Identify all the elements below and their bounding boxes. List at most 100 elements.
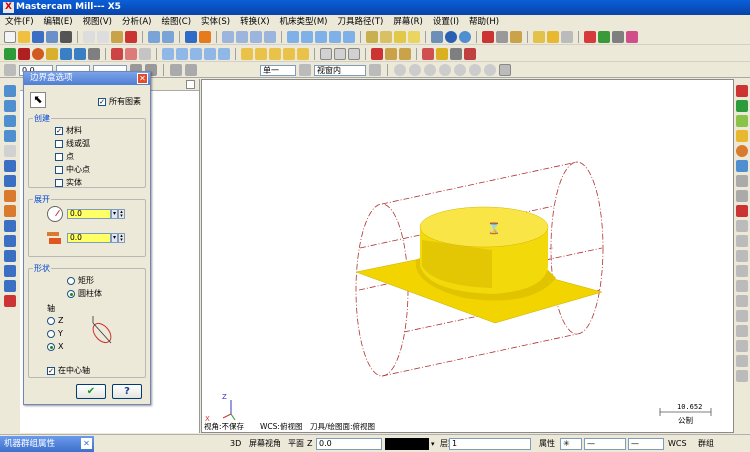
select-chain-icon[interactable]	[185, 64, 197, 76]
expand-radial-dropdown[interactable]: ▾	[111, 209, 118, 219]
level-input[interactable]: 1	[449, 438, 531, 450]
create-center-point-checkbox[interactable]: 中心点	[55, 164, 90, 175]
panel-close-icon[interactable]	[186, 80, 195, 89]
print-icon[interactable]	[60, 30, 72, 43]
left-tool-1-icon[interactable]	[4, 85, 16, 97]
right-tool-14-icon[interactable]	[736, 280, 748, 292]
view-mode-field[interactable]: 视窗内	[314, 64, 366, 76]
menu-xform[interactable]: 转换(X)	[235, 15, 274, 29]
loft-icon[interactable]	[283, 47, 295, 60]
left-tool-7-icon[interactable]	[4, 175, 16, 187]
left-tool-2-icon[interactable]	[4, 100, 16, 112]
join-icon[interactable]	[139, 47, 151, 60]
level-icon[interactable]	[561, 30, 573, 43]
attributes-button[interactable]: 属性	[539, 438, 555, 450]
create-stock-box[interactable]: ✓	[55, 126, 63, 135]
analyze-icon[interactable]	[482, 30, 494, 43]
expand-radial-spinner[interactable]: ▴ ▾	[118, 209, 125, 219]
ok-button[interactable]: ✔	[76, 384, 106, 399]
create-center-point-box[interactable]	[55, 165, 63, 174]
right-tool-7-icon[interactable]	[736, 175, 748, 187]
expand-radial-input[interactable]: 0.0	[67, 209, 111, 219]
measure-icon[interactable]	[510, 30, 522, 43]
offset-icon[interactable]	[218, 47, 230, 60]
view-dynamic-icon[interactable]	[343, 30, 355, 43]
spline-icon[interactable]	[74, 47, 86, 60]
hidden-line-icon[interactable]	[380, 30, 392, 43]
globe-icon[interactable]	[445, 30, 457, 43]
view-iso-icon[interactable]	[329, 30, 341, 43]
right-tool-15-icon[interactable]	[736, 295, 748, 307]
all-entities-checkbox[interactable]: ✓ 所有图素	[98, 96, 141, 107]
left-tool-14-icon[interactable]	[4, 280, 16, 292]
right-tool-19-icon[interactable]	[736, 355, 748, 367]
extrude-icon[interactable]	[241, 47, 253, 60]
fillet-icon[interactable]	[46, 47, 58, 60]
select-entities-button[interactable]: ⬉	[30, 92, 46, 108]
create-points-checkbox[interactable]: 点	[55, 151, 74, 162]
create-solid-checkbox[interactable]: 实体	[55, 177, 82, 188]
line-icon[interactable]	[18, 47, 30, 60]
right-tool-11-icon[interactable]	[736, 235, 748, 247]
shape-cylindrical-radio[interactable]: 圆柱体	[67, 288, 102, 299]
left-tool-12-icon[interactable]	[4, 250, 16, 262]
sphere-icon[interactable]	[459, 30, 471, 43]
right-tool-18-icon[interactable]	[736, 340, 748, 352]
select-mode-icon[interactable]	[170, 64, 182, 76]
contour-icon[interactable]	[385, 47, 397, 60]
delete-icon[interactable]	[125, 30, 137, 43]
scale-icon[interactable]	[204, 47, 216, 60]
attribute-icon[interactable]	[348, 47, 360, 60]
solid-fillet-icon[interactable]	[297, 47, 309, 60]
mirror-icon[interactable]	[190, 47, 202, 60]
end-selection-icon[interactable]	[499, 64, 511, 76]
help-button[interactable]: ?	[112, 384, 142, 399]
revolve-icon[interactable]	[255, 47, 267, 60]
mask-line-icon[interactable]	[409, 64, 421, 76]
gear-icon[interactable]	[464, 47, 476, 60]
chamfer-icon[interactable]	[88, 47, 100, 60]
expand-axial-input[interactable]: 0.0	[67, 233, 111, 243]
z-depth-input[interactable]: 0.0	[316, 438, 382, 450]
save-as-icon[interactable]	[46, 30, 58, 43]
menu-view[interactable]: 视图(V)	[78, 15, 117, 29]
menu-solids[interactable]: 实体(S)	[196, 15, 235, 29]
point-icon[interactable]	[4, 47, 16, 60]
all-entities-box[interactable]: ✓	[98, 97, 106, 106]
shape-rectangular-radio[interactable]: 矩形	[67, 275, 94, 286]
wireframe-icon[interactable]	[366, 30, 378, 43]
wcs-button[interactable]: WCS	[668, 438, 687, 450]
screen-view-button[interactable]: 屏幕视角	[249, 438, 281, 450]
left-tool-5-icon[interactable]	[4, 145, 16, 157]
grid-icon[interactable]	[496, 30, 508, 43]
left-tool-4-icon[interactable]	[4, 130, 16, 142]
right-tool-1-icon[interactable]	[736, 85, 748, 97]
left-tool-6-icon[interactable]	[4, 160, 16, 172]
axis-y-radio[interactable]: Y	[47, 329, 63, 338]
ribbon-icon[interactable]	[4, 64, 16, 76]
create-lines-arcs-checkbox[interactable]: 线或弧	[55, 138, 90, 149]
right-tool-5-icon[interactable]	[736, 145, 748, 157]
right-tool-17-icon[interactable]	[736, 325, 748, 337]
axis-z-dot[interactable]	[47, 316, 55, 325]
fit-icon[interactable]	[199, 30, 211, 43]
color-icon[interactable]	[334, 47, 346, 60]
circle-icon[interactable]	[32, 47, 44, 60]
line-width-dropdown[interactable]: —	[628, 438, 664, 450]
shaded-edges-icon[interactable]	[408, 30, 420, 43]
rectangle-icon[interactable]	[60, 47, 72, 60]
mask-spline-icon[interactable]	[439, 64, 451, 76]
zoom-in-icon[interactable]	[236, 30, 248, 43]
create-points-box[interactable]	[55, 152, 63, 161]
create-solid-box[interactable]	[55, 178, 63, 187]
right-tool-3-icon[interactable]	[736, 115, 748, 127]
left-tool-10-icon[interactable]	[4, 220, 16, 232]
menu-file[interactable]: 文件(F)	[0, 15, 39, 29]
right-tool-16-icon[interactable]	[736, 310, 748, 322]
cut-icon[interactable]	[83, 30, 95, 43]
zoom-window-icon[interactable]	[222, 30, 234, 43]
mask-surface-icon[interactable]	[454, 64, 466, 76]
tools-icon[interactable]	[612, 30, 624, 43]
shaded-icon[interactable]	[394, 30, 406, 43]
shape-cylindrical-dot[interactable]	[67, 289, 75, 298]
